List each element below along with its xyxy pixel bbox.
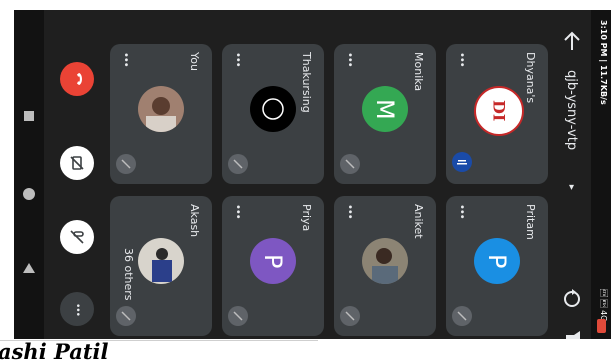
participant-tile[interactable]: Aniket •••: [334, 196, 436, 336]
muted-icon: [116, 154, 136, 174]
caption-text: ashi Patil: [0, 340, 109, 362]
speaking-indicator-icon: [452, 152, 472, 172]
participant-tile[interactable]: Monika M •••: [334, 44, 436, 184]
muted-icon: [452, 306, 472, 326]
avatar: [138, 86, 184, 132]
avatar: [362, 238, 408, 284]
meeting-code[interactable]: qjb-ysny-vtp: [564, 70, 579, 150]
tile-more-icon[interactable]: •••: [344, 204, 355, 219]
tile-more-icon[interactable]: •••: [232, 204, 243, 219]
participant-tile[interactable]: Pritam P •••: [446, 196, 548, 336]
phone-hangup-icon: [77, 73, 82, 85]
mic-off-icon: [70, 230, 84, 244]
avatar: M: [362, 86, 408, 132]
profile-photo-icon: [372, 248, 398, 284]
meet-screen: ••• Dhyana's DI ••• Monika M ••• Thakurs…: [14, 10, 611, 339]
tile-more-icon[interactable]: •••: [344, 52, 355, 67]
participant-name: Priya: [300, 204, 313, 232]
participant-name: Monika: [412, 52, 425, 92]
back-arrow-icon[interactable]: [562, 30, 582, 52]
status-signal:   4G: [599, 288, 608, 321]
participant-name: Thakursing: [300, 52, 313, 113]
muted-icon: [116, 306, 136, 326]
muted-icon: [228, 154, 248, 174]
participant-name: You: [188, 52, 201, 71]
back-nav-icon[interactable]: [22, 262, 36, 274]
more-icon: •••: [72, 302, 82, 316]
participant-tile[interactable]: Thakursing •••: [222, 44, 324, 184]
nav-bar: [14, 10, 44, 339]
tile-more-icon[interactable]: •••: [120, 52, 131, 67]
battery-icon: [597, 319, 606, 333]
audio-output-icon[interactable]: [561, 328, 583, 339]
participant-tile[interactable]: Dhyana's DI •••: [446, 44, 548, 184]
caption-overlay: ashi Patil: [0, 340, 318, 362]
avatar: P: [250, 238, 296, 284]
tile-more-icon[interactable]: •••: [232, 52, 243, 67]
camera-off-button[interactable]: [60, 146, 94, 180]
participant-tile[interactable]: Akash 36 others: [110, 196, 212, 336]
recents-icon[interactable]: [23, 110, 35, 122]
chevron-down-icon[interactable]: ▾: [566, 182, 577, 193]
others-count: 36 others: [122, 248, 135, 301]
mic-off-button[interactable]: [60, 220, 94, 254]
tile-more-icon[interactable]: •••: [456, 204, 467, 219]
participant-tile[interactable]: You •••: [110, 44, 212, 184]
avatar: P: [474, 238, 520, 284]
participant-name: Dhyana's: [524, 52, 537, 104]
tile-more-icon[interactable]: •••: [456, 52, 467, 67]
muted-icon: [340, 154, 360, 174]
participant-name: Pritam: [524, 204, 537, 240]
more-options-button[interactable]: •••: [60, 292, 94, 326]
participant-tile[interactable]: Priya P •••: [222, 196, 324, 336]
participant-name: Akash: [188, 204, 201, 238]
video-off-icon: [70, 156, 84, 170]
status-time: 3:10 PM | 11.7KB/s: [599, 20, 608, 105]
muted-icon: [340, 306, 360, 326]
profile-photo-icon: [152, 248, 172, 282]
avatar: DI: [474, 86, 524, 136]
end-call-button[interactable]: [60, 62, 94, 96]
participant-name: Aniket: [412, 204, 425, 239]
home-icon[interactable]: [22, 187, 36, 201]
muted-icon: [228, 306, 248, 326]
profile-logo-icon: [262, 98, 284, 120]
avatar: [138, 238, 184, 284]
profile-photo-icon: [146, 97, 176, 132]
avatar: [250, 86, 296, 132]
status-bar: 3:10 PM | 11.7KB/s   4G: [591, 10, 611, 339]
switch-camera-icon[interactable]: [561, 288, 583, 310]
